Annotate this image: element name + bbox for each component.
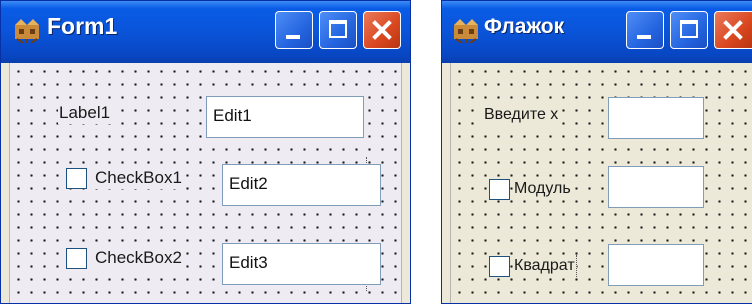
form1-titlebar[interactable]: Form1 xyxy=(1,1,410,63)
maximize-icon xyxy=(680,20,698,38)
minimize-button[interactable] xyxy=(626,11,664,49)
close-icon xyxy=(723,20,743,40)
module-checkbox-label[interactable]: Модуль xyxy=(513,178,572,200)
edit3-input[interactable]: Edit3 xyxy=(222,243,381,285)
form1-client-area: Label1 Edit1 CheckBox1 Edit2 CheckBox2 E… xyxy=(9,63,402,303)
maximize-button[interactable] xyxy=(670,11,708,49)
square-checkbox-box[interactable] xyxy=(489,256,510,277)
flazhok-title: Флажок xyxy=(484,15,565,38)
checkbox2-box[interactable] xyxy=(66,248,87,269)
maximize-button[interactable] xyxy=(319,11,357,49)
flazhok-titlebar[interactable]: Флажок xyxy=(442,1,752,63)
checkbox1-label[interactable]: CheckBox1 xyxy=(94,167,183,189)
app-icon[interactable] xyxy=(13,17,41,43)
minimize-icon xyxy=(286,35,300,39)
x-input[interactable] xyxy=(608,97,704,139)
close-icon xyxy=(372,20,392,40)
label1: Label1 xyxy=(58,102,112,124)
edit2-input[interactable]: Edit2 xyxy=(222,164,381,206)
square-result-input[interactable] xyxy=(608,244,704,286)
enter-x-label: Введите х xyxy=(483,104,560,126)
form1-window: Form1 Label1 Edit1 CheckBox1 Edit2 Check… xyxy=(0,0,411,304)
square-checkbox-label[interactable]: Квадрат xyxy=(513,255,577,277)
flazhok-window: Флажок Введите х Модуль Квадрат xyxy=(441,0,752,304)
close-button[interactable] xyxy=(714,11,752,49)
module-result-input[interactable] xyxy=(608,166,704,208)
flazhok-client-area: Введите х Модуль Квадрат xyxy=(450,63,752,303)
minimize-icon xyxy=(637,35,651,39)
form1-title: Form1 xyxy=(47,13,118,39)
module-checkbox-box[interactable] xyxy=(489,179,510,200)
app-icon[interactable] xyxy=(452,17,480,43)
close-button[interactable] xyxy=(363,11,401,49)
minimize-button[interactable] xyxy=(275,11,313,49)
maximize-icon xyxy=(329,20,347,38)
checkbox1-box[interactable] xyxy=(66,168,87,189)
checkbox2-label[interactable]: CheckBox2 xyxy=(94,247,183,269)
edit1-input[interactable]: Edit1 xyxy=(206,96,364,138)
